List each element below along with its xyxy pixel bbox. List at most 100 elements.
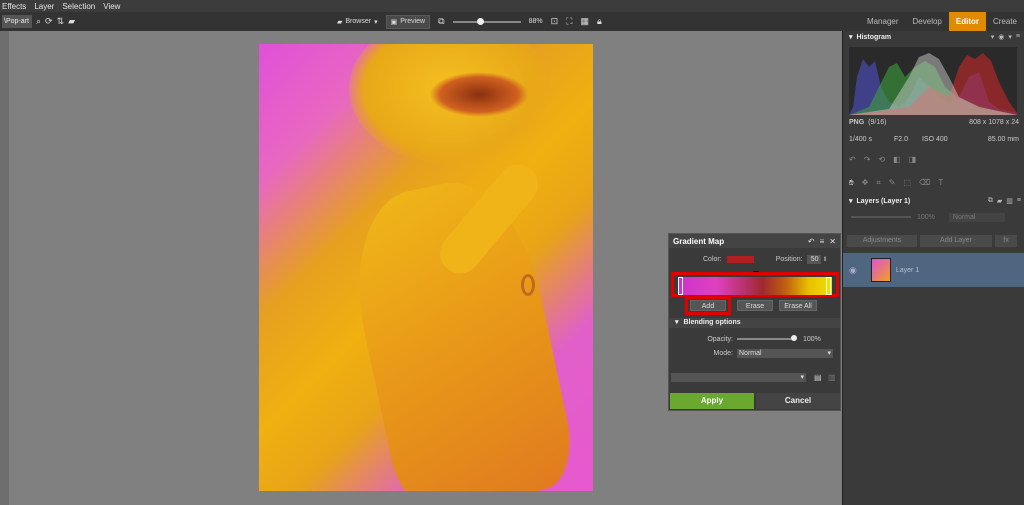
- hand-icon[interactable]: ✋︎: [849, 178, 854, 188]
- layer-opacity-slider[interactable]: [851, 216, 911, 218]
- fit-icon[interactable]: ⊡: [551, 16, 559, 27]
- gradient-editor: [669, 271, 840, 298]
- menu-effects[interactable]: Effects: [2, 2, 26, 11]
- exif-row: 1/400 s F2.0 ISO 400 85.00 mm: [849, 136, 1019, 143]
- selection-icon[interactable]: ⬚: [903, 178, 911, 188]
- browser-button[interactable]: ▰ Browser ▾: [333, 15, 382, 29]
- opacity-value: 100%: [803, 335, 821, 343]
- tab-develop[interactable]: Develop: [906, 12, 949, 31]
- menu-view[interactable]: View: [103, 2, 120, 11]
- trash-icon[interactable]: ▥: [1006, 197, 1013, 205]
- zoom-slider-knob[interactable]: [476, 17, 484, 25]
- histogram-header[interactable]: ▾ Histogram ▾ ◉ ▾ ≡: [843, 31, 1024, 43]
- gradient-stop-left[interactable]: [678, 277, 683, 295]
- redo-icon[interactable]: ↷: [864, 155, 871, 165]
- blending-options-header[interactable]: ▾ Blending options: [669, 318, 840, 328]
- menu-layer[interactable]: Layer: [34, 2, 54, 11]
- layer-thumbnail: [870, 258, 891, 282]
- erase-button[interactable]: Erase: [737, 300, 773, 311]
- compare-icon[interactable]: ◧: [893, 155, 901, 165]
- eraser-icon[interactable]: ⌫: [919, 178, 930, 188]
- brush-icon[interactable]: ✎: [889, 178, 896, 188]
- mask-icon[interactable]: ◨: [909, 155, 917, 165]
- tab-editor[interactable]: Editor: [948, 12, 986, 31]
- left-panel-handle[interactable]: [0, 31, 9, 505]
- shutter-speed: 1/400 s: [849, 136, 872, 143]
- layer-blend-select[interactable]: Normal: [948, 212, 1006, 222]
- add-layer-button[interactable]: Add Layer: [920, 235, 992, 247]
- circle-icon[interactable]: ◉: [998, 33, 1004, 41]
- layers-header[interactable]: ▾ Layers (Layer 1) ⧉ ▰ ▥ ≡: [843, 195, 1024, 207]
- opacity-label: Opacity:: [707, 335, 733, 343]
- chevron-down-icon: ▾: [849, 198, 853, 205]
- folder-icon[interactable]: ▰: [997, 197, 1002, 205]
- history-tools: ↶ ↷ ⟲ ◧ ◨: [849, 155, 1019, 165]
- apply-button[interactable]: Apply: [670, 393, 754, 409]
- fullscreen-icon[interactable]: ⛶: [566, 16, 572, 27]
- menu-selection[interactable]: Selection: [62, 2, 95, 11]
- color-row: Color: Position: 50 ⇕: [669, 252, 840, 266]
- close-icon[interactable]: ✕: [829, 237, 836, 246]
- tab-manager[interactable]: Manager: [860, 12, 906, 31]
- color-swatch[interactable]: [726, 255, 754, 263]
- external-window-icon[interactable]: ⧉: [438, 16, 444, 27]
- text-icon[interactable]: T: [938, 178, 943, 188]
- folder-icon[interactable]: ▰: [68, 16, 75, 27]
- settings-icon[interactable]: ▾: [1008, 33, 1012, 41]
- blending-label: Blending options: [683, 319, 741, 326]
- browser-label: Browser: [345, 18, 372, 25]
- undo-icon[interactable]: ↶: [808, 237, 815, 246]
- mode-row: Mode: Normal: [669, 348, 840, 358]
- layers-title: Layers (Layer 1): [856, 197, 911, 205]
- position-input[interactable]: 50: [806, 254, 821, 264]
- position-label: Position:: [775, 255, 803, 263]
- delete-icon[interactable]: ▥: [828, 373, 836, 382]
- opacity-row: Opacity: 100%: [669, 334, 840, 344]
- history-icon[interactable]: ⟲: [878, 155, 885, 165]
- menu-bar: Effects Layer Selection View: [0, 0, 1024, 12]
- search-icon[interactable]: ⌕: [36, 16, 41, 27]
- move-icon[interactable]: ✥: [862, 178, 869, 188]
- dialog-title: Gradient Map: [673, 236, 725, 246]
- preview-button[interactable]: ▣ Preview: [385, 14, 431, 29]
- file-format: PNG: [849, 119, 865, 126]
- layer-row[interactable]: ◉ Layer 1: [843, 253, 1024, 287]
- menu-icon[interactable]: ≡: [1017, 197, 1021, 205]
- save-icon[interactable]: ▤: [814, 373, 822, 382]
- gradient-bar[interactable]: [678, 277, 832, 295]
- edited-photo[interactable]: [259, 44, 593, 491]
- crop-icon[interactable]: ⌗: [876, 178, 881, 188]
- add-highlight: [685, 296, 731, 315]
- cancel-button[interactable]: Cancel: [756, 393, 840, 409]
- preset-select[interactable]: [671, 373, 806, 382]
- fx-button[interactable]: fx: [995, 235, 1017, 247]
- tab-create[interactable]: Create: [986, 12, 1024, 31]
- undo-icon[interactable]: ↶: [849, 155, 856, 165]
- aperture: F2.0: [893, 136, 908, 143]
- copy-icon[interactable]: ⧉: [988, 197, 993, 205]
- menu-icon[interactable]: ≡: [1016, 33, 1020, 41]
- mode-select[interactable]: Normal: [737, 348, 833, 358]
- zoom-slider[interactable]: [452, 17, 521, 25]
- refresh-icon[interactable]: ⟳: [45, 16, 53, 27]
- eye-icon[interactable]: ◉: [849, 265, 857, 276]
- toolbar: \Pop-art ⌕ ⟳ ⇅ ▰ ▰ Browser ▾ ▣ Preview ⧉…: [0, 12, 1024, 31]
- path-field[interactable]: \Pop-art: [2, 15, 32, 28]
- lock-icon[interactable]: 🔒︎: [597, 16, 602, 27]
- sort-icon[interactable]: ⇅: [57, 16, 65, 27]
- right-panel: ▾ Histogram ▾ ◉ ▾ ≡ PNG (9/16) 808 x 107…: [842, 31, 1024, 505]
- opacity-slider[interactable]: [737, 335, 797, 341]
- stepper-icon[interactable]: ⇕: [823, 256, 828, 263]
- opacity-slider-knob[interactable]: [791, 335, 797, 341]
- menu-icon[interactable]: ≡: [820, 237, 825, 246]
- histogram-graph: [849, 47, 1017, 115]
- histogram-option-icon[interactable]: ▾: [991, 33, 995, 41]
- adjustments-button[interactable]: Adjustments: [847, 235, 917, 247]
- grid-icon[interactable]: ▦: [580, 16, 589, 27]
- layer-opacity: 100%: [917, 213, 935, 221]
- file-index: (9/16): [868, 119, 887, 126]
- gradient-stop-right[interactable]: [826, 277, 831, 295]
- chevron-down-icon: ▾: [849, 34, 853, 41]
- tool-icons: ✋︎ ✥ ⌗ ✎ ⬚ ⌫ T: [849, 178, 1019, 188]
- erase-all-button[interactable]: Erase All: [779, 300, 817, 311]
